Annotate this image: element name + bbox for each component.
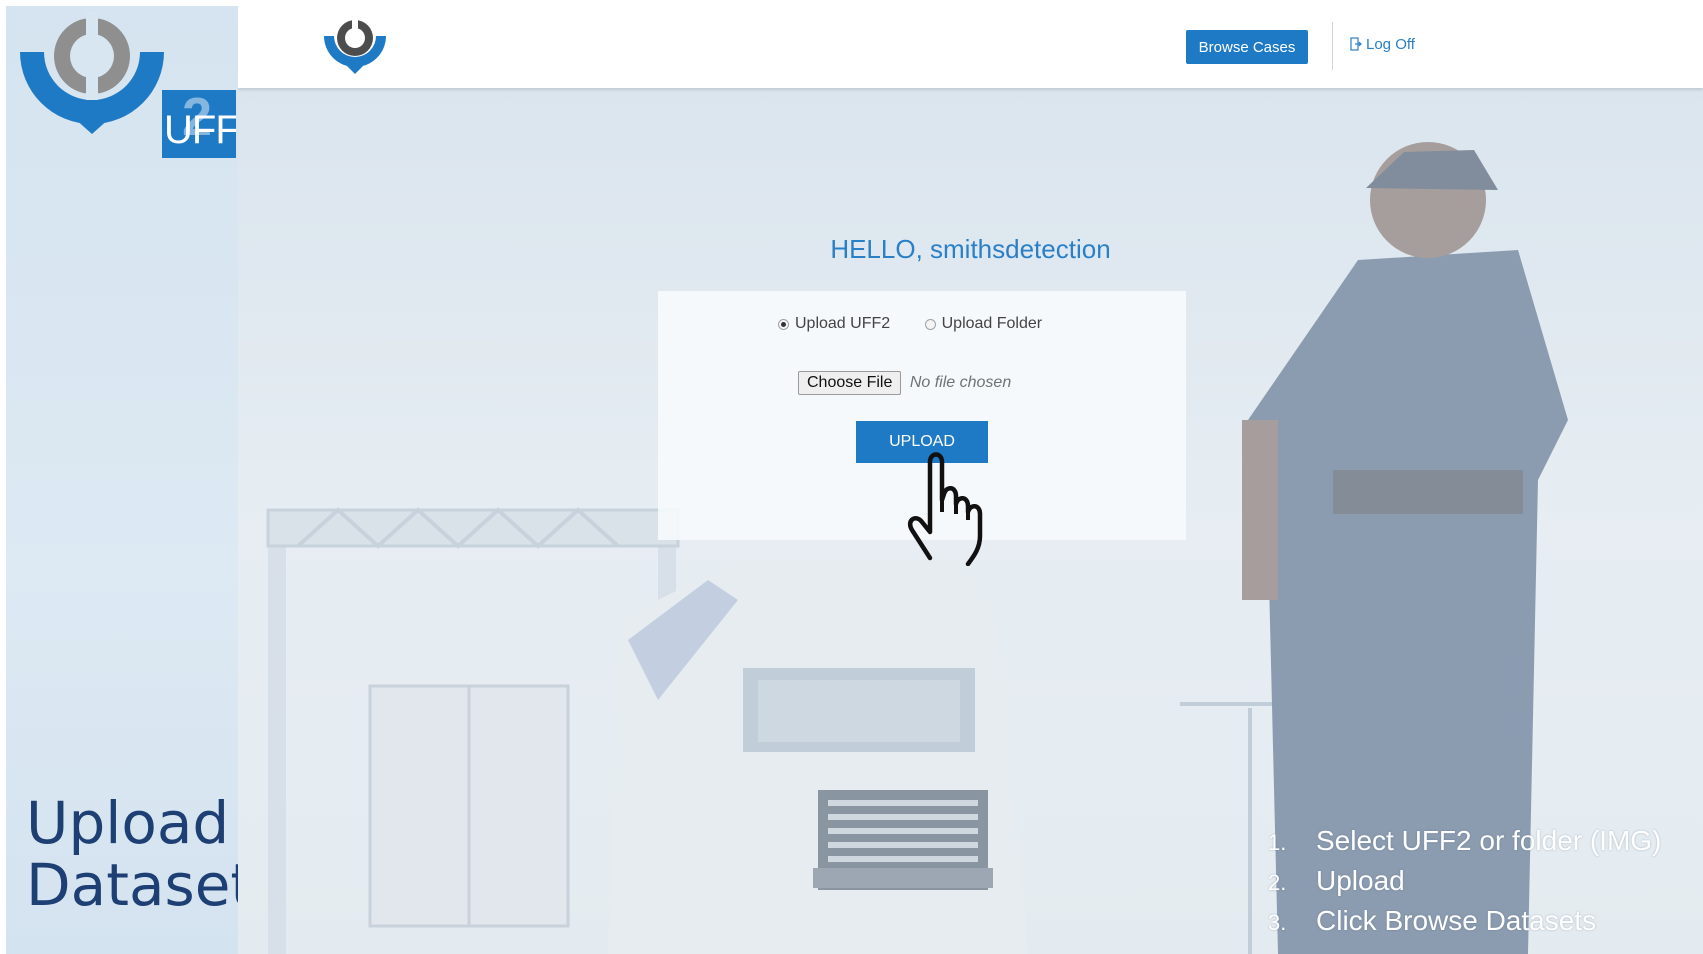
wco-logo-icon (20, 12, 164, 134)
step-number: 2. (1268, 870, 1287, 895)
radio-upload-uff2[interactable]: Upload UFF2 (778, 315, 890, 333)
browse-cases-button[interactable]: Browse Cases (1186, 30, 1308, 64)
log-off-icon (1350, 37, 1362, 51)
main-area: Browse Cases Log Off HELLO, smithsdetect… (238, 0, 1703, 954)
slide-title-line-1: Upload (26, 789, 230, 857)
instruction-steps: 1. Select UFF2 or folder (IMG) 2. Upload 3… (1268, 822, 1661, 942)
uff-badge: 2 UFF (162, 90, 236, 158)
uff-badge-text: UFF (164, 108, 236, 152)
pointer-hand-icon (907, 452, 983, 566)
upload-type-radio-group: Upload UFF2 Upload Folder (778, 315, 1072, 335)
log-off-label: Log Off (1366, 36, 1415, 53)
step-text: Select UFF2 or folder (IMG) (1316, 825, 1662, 856)
radio-button-checked[interactable] (778, 318, 789, 330)
side-panel: 2 UFF Upload Dataset (6, 6, 253, 954)
step-text: Click Browse Datasets (1316, 905, 1597, 936)
step-item: 2. Upload (1268, 862, 1661, 902)
radio-upload-uff2-label: Upload UFF2 (795, 315, 891, 332)
step-number: 3. (1268, 910, 1287, 935)
step-item: 3. Click Browse Datasets (1268, 902, 1661, 942)
nav-divider (1332, 22, 1333, 70)
file-input[interactable]: Choose File No file chosen (798, 371, 1011, 395)
radio-upload-folder-label: Upload Folder (941, 315, 1043, 332)
top-nav-bar: Browse Cases Log Off (238, 0, 1703, 88)
choose-file-button[interactable]: Choose File (798, 371, 902, 395)
slide-title: Upload Dataset (26, 792, 253, 916)
step-text: Upload (1316, 865, 1405, 896)
radio-button[interactable] (924, 318, 936, 330)
slide-title-line-2: Dataset (26, 851, 254, 919)
greeting-heading: HELLO, smithsdetection (830, 234, 1111, 264)
step-item: 1. Select UFF2 or folder (IMG) (1268, 822, 1661, 862)
wco-logo-icon[interactable] (320, 14, 390, 78)
radio-upload-folder[interactable]: Upload Folder (924, 315, 1043, 333)
file-status-text: No file chosen (909, 374, 1012, 391)
step-number: 1. (1268, 830, 1287, 855)
log-off-link[interactable]: Log Off (1350, 36, 1415, 53)
